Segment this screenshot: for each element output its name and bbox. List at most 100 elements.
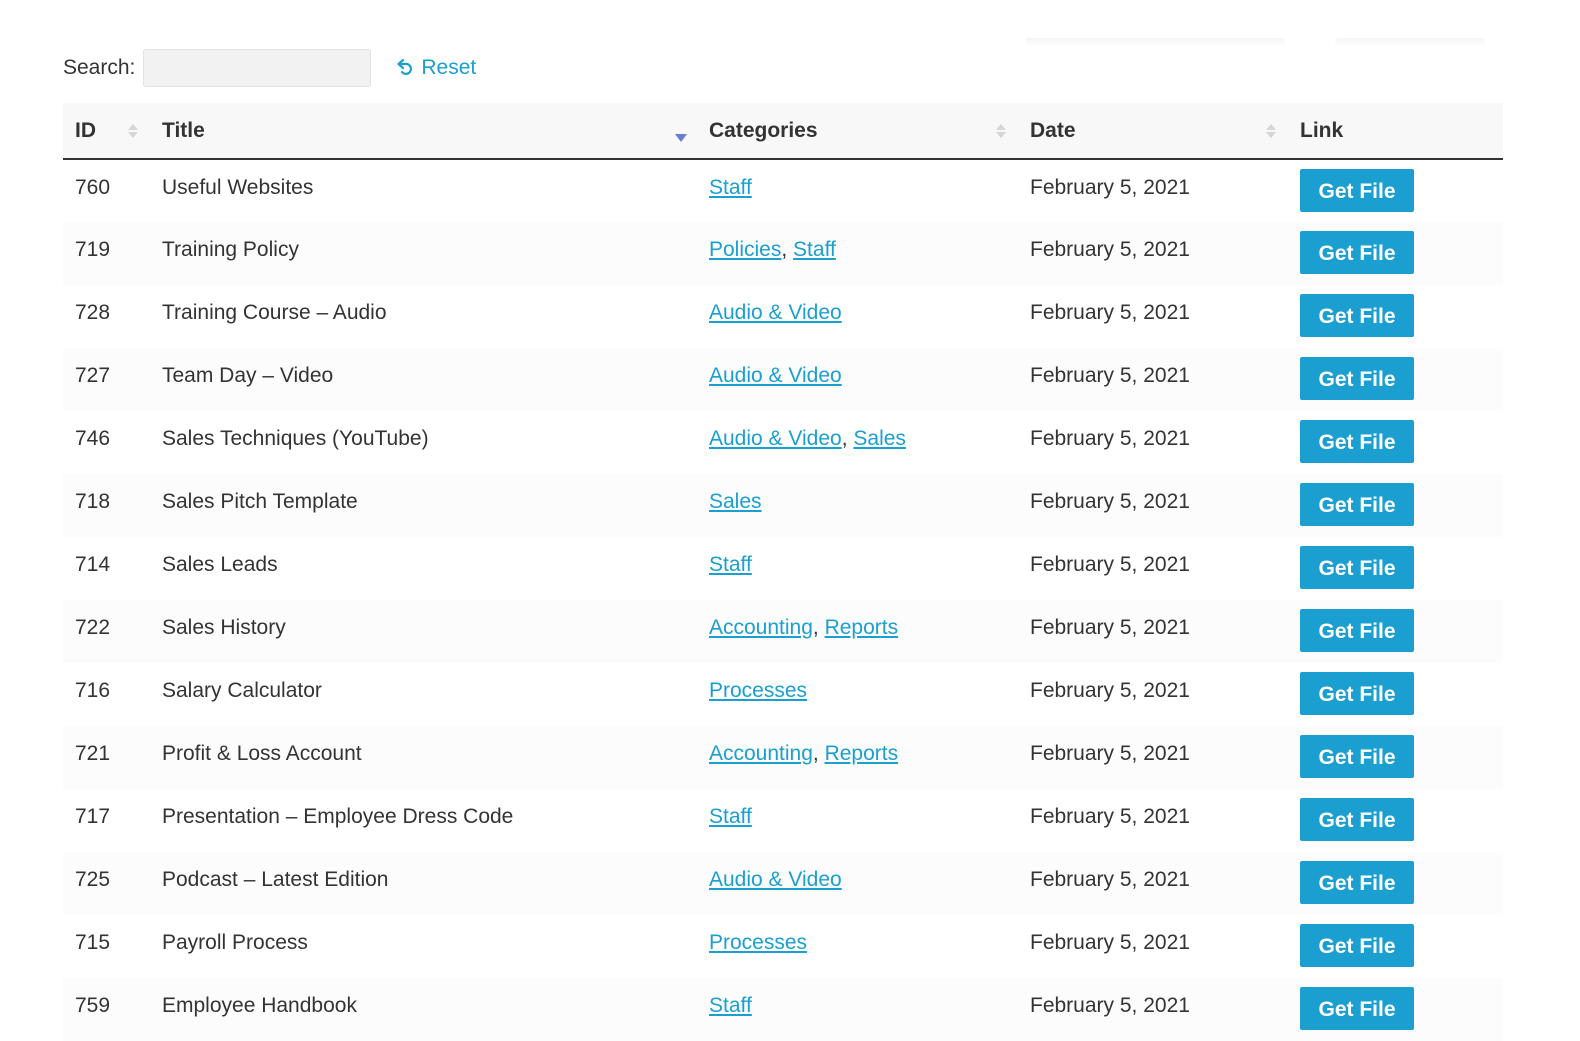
get-file-button[interactable]: Get File bbox=[1300, 420, 1414, 463]
cell-date: February 5, 2021 bbox=[1030, 805, 1190, 828]
cell-id: 728 bbox=[75, 301, 111, 324]
get-file-button[interactable]: Get File bbox=[1300, 798, 1414, 841]
column-header-date[interactable]: Date bbox=[1018, 103, 1288, 160]
cell-categories: Audio & Video bbox=[697, 285, 1018, 348]
category-link[interactable]: Audio & Video bbox=[709, 301, 842, 324]
reset-button[interactable]: Reset bbox=[395, 56, 476, 80]
sort-icon bbox=[128, 123, 138, 138]
column-header-label: Link bbox=[1300, 118, 1344, 142]
get-file-button[interactable]: Get File bbox=[1300, 357, 1414, 400]
get-file-button[interactable]: Get File bbox=[1300, 987, 1414, 1030]
get-file-button[interactable]: Get File bbox=[1300, 735, 1414, 778]
get-file-button[interactable]: Get File bbox=[1300, 609, 1414, 652]
cell-title: Training Course – Audio bbox=[162, 301, 387, 324]
category-link[interactable]: Reports bbox=[825, 616, 899, 639]
cell-date: February 5, 2021 bbox=[1030, 364, 1190, 387]
cell-categories: Processes bbox=[697, 915, 1018, 978]
cell-title: Payroll Process bbox=[162, 931, 308, 954]
sort-icon bbox=[996, 123, 1006, 138]
category-link[interactable]: Staff bbox=[793, 238, 836, 261]
category-link[interactable]: Staff bbox=[709, 994, 752, 1017]
cell-date: February 5, 2021 bbox=[1030, 868, 1190, 891]
cell-link: Get File bbox=[1288, 852, 1503, 915]
sort-descending-icon bbox=[675, 134, 687, 142]
cell-date: February 5, 2021 bbox=[1030, 994, 1190, 1017]
category-link[interactable]: Accounting bbox=[709, 742, 813, 765]
cell-link: Get File bbox=[1288, 789, 1503, 852]
cell-categories: Processes bbox=[697, 663, 1018, 726]
cell-title: Team Day – Video bbox=[162, 364, 334, 387]
category-link[interactable]: Staff bbox=[709, 805, 752, 828]
category-link[interactable]: Staff bbox=[709, 176, 752, 199]
cell-title: Podcast – Latest Edition bbox=[162, 868, 389, 891]
cell-date: February 5, 2021 bbox=[1030, 427, 1190, 450]
cell-id: 722 bbox=[75, 616, 111, 639]
cell-id: 759 bbox=[75, 994, 111, 1017]
cell-link: Get File bbox=[1288, 411, 1503, 474]
cell-date: February 5, 2021 bbox=[1030, 490, 1190, 513]
top-shadow bbox=[1335, 38, 1485, 46]
table-row: 728 Training Course – Audio Audio & Video F… bbox=[63, 285, 1503, 348]
column-header-title[interactable]: Title bbox=[150, 103, 697, 160]
cell-id: 715 bbox=[75, 931, 111, 954]
column-header-link: Link bbox=[1288, 103, 1503, 160]
get-file-button[interactable]: Get File bbox=[1300, 483, 1414, 526]
get-file-button[interactable]: Get File bbox=[1300, 231, 1414, 274]
category-link[interactable]: Policies bbox=[709, 238, 781, 261]
column-header-label: Date bbox=[1030, 118, 1076, 142]
undo-icon bbox=[397, 58, 413, 75]
cell-date: February 5, 2021 bbox=[1030, 679, 1190, 702]
cell-id: 718 bbox=[75, 490, 111, 513]
category-link[interactable]: Sales bbox=[853, 427, 906, 450]
cell-date: February 5, 2021 bbox=[1030, 176, 1190, 199]
cell-title: Profit & Loss Account bbox=[162, 742, 362, 765]
cell-categories: Audio & Video, Sales bbox=[697, 411, 1018, 474]
table-row: 727 Team Day – Video Audio & Video February… bbox=[63, 348, 1503, 411]
cell-categories: Staff bbox=[697, 978, 1018, 1041]
cell-title: Presentation – Employee Dress Code bbox=[162, 805, 514, 828]
cell-link: Get File bbox=[1288, 600, 1503, 663]
get-file-button[interactable]: Get File bbox=[1300, 169, 1414, 212]
get-file-button[interactable]: Get File bbox=[1300, 294, 1414, 337]
category-link[interactable]: Processes bbox=[709, 931, 807, 954]
get-file-button[interactable]: Get File bbox=[1300, 672, 1414, 715]
category-link[interactable]: Reports bbox=[825, 742, 899, 765]
cell-title: Sales Techniques (YouTube) bbox=[162, 427, 429, 450]
get-file-button[interactable]: Get File bbox=[1300, 546, 1414, 589]
table-row: 715 Payroll Process Processes February 5, 2… bbox=[63, 915, 1503, 978]
category-link[interactable]: Audio & Video bbox=[709, 427, 842, 450]
cell-title: Employee Handbook bbox=[162, 994, 357, 1017]
column-header-categories[interactable]: Categories bbox=[697, 103, 1018, 160]
cell-id: 716 bbox=[75, 679, 111, 702]
category-link[interactable]: Staff bbox=[709, 553, 752, 576]
category-link[interactable]: Audio & Video bbox=[709, 868, 842, 891]
category-link[interactable]: Accounting bbox=[709, 616, 813, 639]
search-input[interactable] bbox=[143, 49, 372, 87]
cell-id: 717 bbox=[75, 805, 111, 828]
get-file-button[interactable]: Get File bbox=[1300, 861, 1414, 904]
category-link[interactable]: Sales bbox=[709, 490, 762, 513]
category-link[interactable]: Audio & Video bbox=[709, 364, 842, 387]
column-header-id[interactable]: ID bbox=[63, 103, 150, 160]
table-row: 714 Sales Leads Staff February 5, 2021 Get F… bbox=[63, 537, 1503, 600]
get-file-button[interactable]: Get File bbox=[1300, 924, 1414, 967]
cell-link: Get File bbox=[1288, 474, 1503, 537]
cell-link: Get File bbox=[1288, 978, 1503, 1041]
cell-link: Get File bbox=[1288, 537, 1503, 600]
reset-label: Reset bbox=[421, 56, 477, 79]
cell-categories: Sales bbox=[697, 474, 1018, 537]
cell-link: Get File bbox=[1288, 663, 1503, 726]
cell-id: 727 bbox=[75, 364, 111, 387]
table-row: 721 Profit & Loss Account Accounting, Repo… bbox=[63, 726, 1503, 789]
search-label: Search: bbox=[63, 56, 136, 79]
column-header-label: ID bbox=[75, 118, 96, 142]
table-row: 718 Sales Pitch Template Sales February 5, … bbox=[63, 474, 1503, 537]
cell-categories: Accounting, Reports bbox=[697, 600, 1018, 663]
cell-categories: Staff bbox=[697, 789, 1018, 852]
table-row: 725 Podcast – Latest Edition Audio & Video… bbox=[63, 852, 1503, 915]
cell-categories: Policies, Staff bbox=[697, 222, 1018, 285]
category-link[interactable]: Processes bbox=[709, 679, 807, 702]
cell-id: 746 bbox=[75, 427, 111, 450]
cell-categories: Accounting, Reports bbox=[697, 726, 1018, 789]
cell-date: February 5, 2021 bbox=[1030, 742, 1190, 765]
